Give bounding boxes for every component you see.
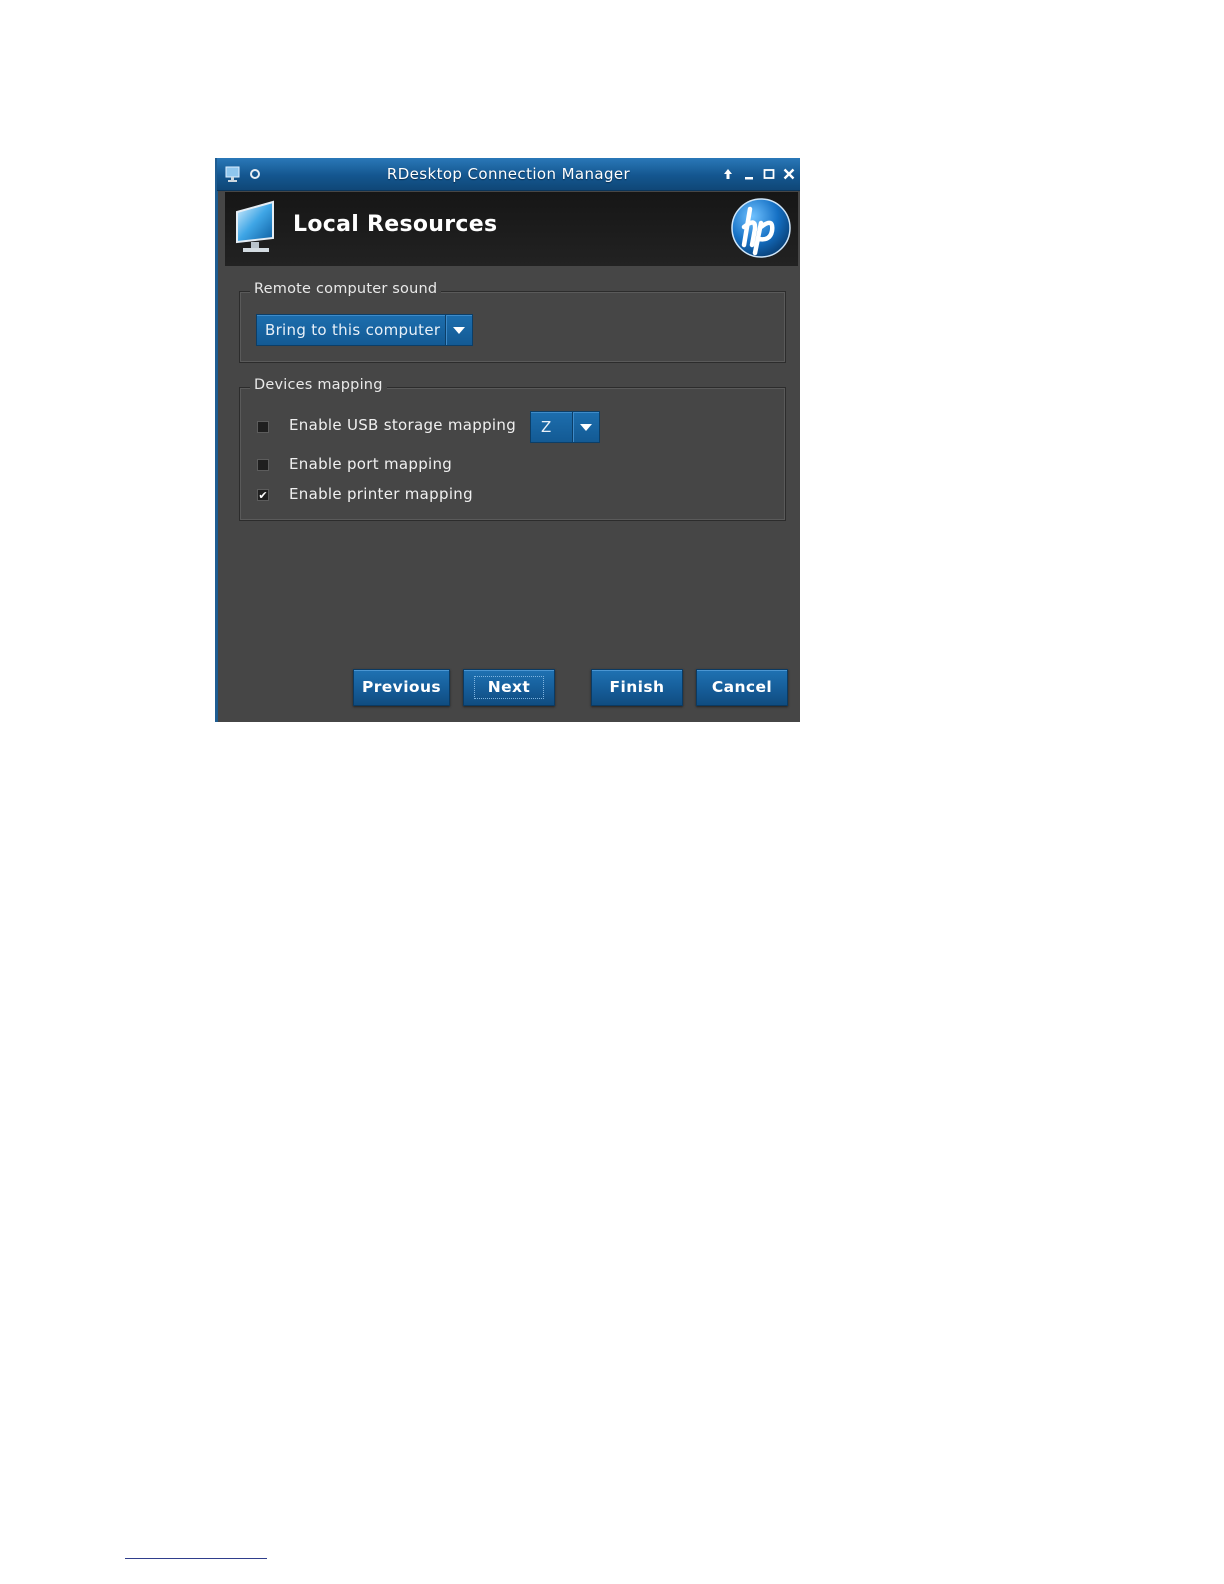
port-mapping-label[interactable]: Enable port mapping (289, 455, 452, 473)
maximize-icon[interactable] (761, 166, 777, 182)
monitor-header-icon (236, 200, 274, 252)
usb-drive-select[interactable]: Z (530, 411, 600, 443)
shade-up-icon[interactable] (720, 166, 736, 182)
printer-mapping-checkbox[interactable]: ✔ (257, 489, 269, 501)
printer-mapping-label[interactable]: Enable printer mapping (289, 485, 473, 503)
next-button[interactable]: Next (463, 669, 555, 706)
remote-sound-label: Remote computer sound (250, 281, 442, 297)
chevron-down-icon[interactable] (445, 315, 472, 345)
remote-sound-group: Remote computer sound Bring to this comp… (239, 281, 786, 363)
sound-select-value: Bring to this computer (265, 321, 441, 339)
page-title: Local Resources (293, 212, 498, 237)
close-icon[interactable] (781, 166, 797, 182)
hp-logo (731, 198, 791, 258)
window-titlebar[interactable]: RDesktop Connection Manager (217, 158, 800, 191)
finish-button[interactable]: Finish (591, 669, 683, 706)
usb-mapping-label[interactable]: Enable USB storage mapping (289, 416, 516, 434)
port-mapping-checkbox[interactable] (257, 459, 269, 471)
wizard-header: Local Resources (225, 192, 798, 266)
usb-drive-value: Z (541, 418, 552, 436)
minimize-icon[interactable] (741, 166, 757, 182)
usb-mapping-checkbox[interactable] (257, 421, 269, 433)
cancel-button[interactable]: Cancel (696, 669, 788, 706)
rdesktop-wizard-window: RDesktop Connection Manager Local Resour… (215, 158, 800, 722)
footnote-divider (125, 1558, 267, 1559)
devices-mapping-label: Devices mapping (250, 377, 387, 393)
sound-select[interactable]: Bring to this computer (256, 314, 473, 346)
window-title: RDesktop Connection Manager (386, 165, 631, 183)
devices-mapping-group: Devices mapping Enable USB storage mappi… (239, 377, 786, 521)
previous-button[interactable]: Previous (353, 669, 450, 706)
chevron-down-icon[interactable] (572, 412, 599, 442)
focus-ring (474, 676, 544, 699)
